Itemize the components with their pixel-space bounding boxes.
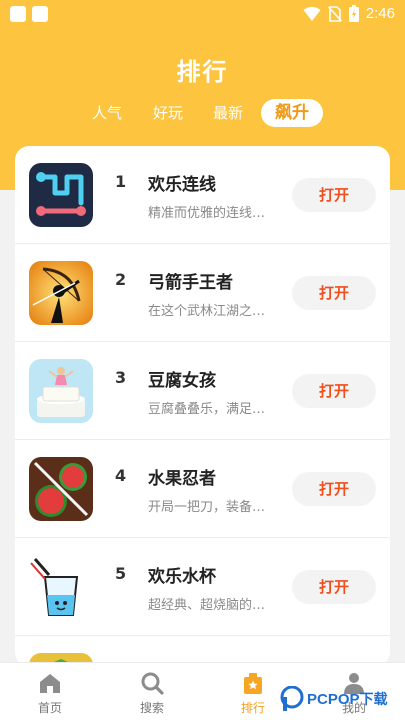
pcpop-logo-icon (280, 686, 304, 711)
open-button[interactable]: 打开 (292, 178, 376, 212)
rank-number: 4 (115, 466, 127, 485)
tofu-girl-icon (29, 359, 93, 423)
tab-rising[interactable]: 飙升 (261, 99, 323, 127)
watermark-suffix: 下载 (359, 692, 388, 708)
battery-icon (348, 5, 359, 22)
open-button[interactable]: 打开 (292, 472, 376, 506)
list-item[interactable]: 3 豆腐女孩 豆腐叠叠乐，满足… 打开 (15, 342, 390, 440)
nav-home[interactable]: 首页 (20, 663, 80, 720)
page-title: 排行 (176, 58, 229, 86)
open-button[interactable]: 打开 (292, 374, 376, 408)
rank-number: 1 (115, 172, 127, 191)
rank-number: 5 (115, 564, 127, 583)
archer-icon (29, 261, 93, 325)
list-item[interactable]: 4 水果忍者 开局一把刀，装备… 打开 (15, 440, 390, 538)
app-description: 豆腐叠叠乐，满足… (148, 402, 266, 417)
list-item[interactable]: 2 弓箭手王者 在这个武林江湖之… 打开 (15, 244, 390, 342)
line-puzzle-icon (29, 163, 93, 227)
tab-bar: 人气 好玩 最新 飙升 (0, 99, 405, 129)
search-icon (141, 672, 164, 695)
rank-number: 2 (115, 270, 127, 289)
tab-popular[interactable]: 人气 (92, 99, 122, 127)
open-button[interactable]: 打开 (292, 276, 376, 310)
nav-ranking-label: 排行 (240, 701, 265, 715)
app-name: 欢乐水杯 (148, 567, 216, 587)
wifi-icon (303, 6, 321, 21)
open-button[interactable]: 打开 (292, 570, 376, 604)
no-sim-icon (327, 5, 342, 22)
watermelon-icon (29, 457, 93, 521)
watermark: PCPOP 下载 (280, 684, 388, 714)
app-description: 精准而优雅的连线… (148, 206, 266, 221)
app-description: 在这个武林江湖之… (148, 304, 266, 319)
watermark-brand: PCPOP (307, 690, 360, 708)
home-icon (40, 674, 60, 693)
tab-fun[interactable]: 好玩 (153, 99, 183, 127)
ranking-list: 1 欢乐连线 精准而优雅的连线… 打开 2 弓箭手王者 在这个武林江湖之… 打开 (15, 146, 390, 666)
tab-newest[interactable]: 最新 (213, 99, 243, 127)
notification-icon (32, 6, 48, 22)
list-item[interactable]: 5 欢乐水杯 超经典、超烧脑的… 打开 (15, 538, 390, 636)
ranking-icon (244, 673, 262, 694)
app-name: 弓箭手王者 (148, 273, 233, 293)
app-name: 豆腐女孩 (148, 371, 216, 391)
app-name: 水果忍者 (148, 469, 216, 489)
app-description: 开局一把刀，装备… (148, 500, 266, 515)
nav-search-label: 搜索 (139, 701, 164, 715)
rank-number: 3 (115, 368, 127, 387)
app-description: 超经典、超烧脑的… (148, 598, 266, 613)
clock: 2:46 (365, 5, 395, 22)
status-bar: 2:46 (0, 0, 405, 30)
water-cup-icon (29, 555, 93, 619)
nav-search[interactable]: 搜索 (122, 663, 182, 720)
nav-ranking[interactable]: 排行 (223, 663, 283, 720)
notification-icon (10, 6, 26, 22)
list-item[interactable]: 1 欢乐连线 精准而优雅的连线… 打开 (15, 146, 390, 244)
app-name: 欢乐连线 (148, 175, 216, 195)
nav-home-label: 首页 (37, 701, 62, 715)
